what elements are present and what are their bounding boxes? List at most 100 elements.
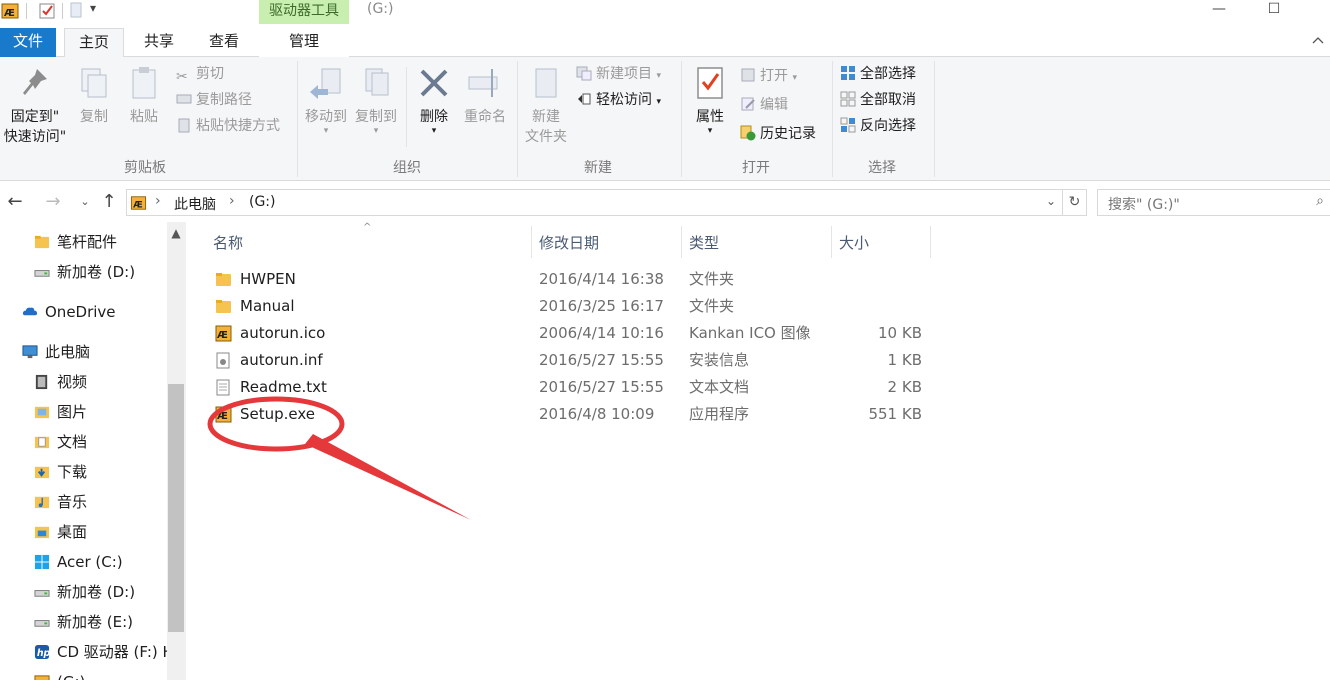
desktop-folder-icon — [34, 526, 50, 539]
copy-to-icon — [365, 68, 389, 96]
copy-button[interactable]: 复制 — [72, 65, 116, 127]
new-folder-icon[interactable] — [68, 2, 86, 20]
refresh-icon[interactable]: ↻ — [1063, 189, 1087, 216]
address-history-chevron-icon[interactable]: ⌄ — [1046, 194, 1056, 208]
invert-selection-button[interactable]: 反向选择 — [840, 116, 916, 138]
delete-dropdown-icon: ▾ — [431, 126, 437, 136]
tab-home[interactable]: 主页 — [64, 28, 124, 58]
file-row[interactable]: HWPEN 2016/4/14 16:38 文件夹 — [207, 266, 927, 293]
file-date: 2016/3/25 16:17 — [539, 297, 664, 315]
pin-label-1: 固定到" — [10, 109, 60, 125]
column-separator[interactable] — [930, 226, 931, 258]
file-row[interactable]: Manual 2016/3/25 16:17 文件夹 — [207, 293, 927, 320]
paste-shortcut-button[interactable]: 粘贴快捷方式 — [176, 116, 280, 138]
tab-share[interactable]: 共享 — [132, 28, 186, 57]
file-date: 2016/4/14 16:38 — [539, 270, 664, 288]
file-name: HWPEN — [240, 270, 296, 288]
address-bar[interactable]: Æ › 此电脑 › (G:) ⌄ — [126, 189, 1063, 216]
file-row[interactable]: autorun.inf 2016/5/27 15:55 安装信息 1 KB — [207, 347, 927, 374]
file-type: 文件夹 — [689, 270, 735, 288]
column-header-size[interactable]: 大小 — [833, 230, 929, 256]
pictures-folder-icon — [34, 406, 50, 419]
properties-button[interactable]: 属性 ▾ — [686, 65, 734, 136]
collapse-ribbon-icon[interactable] — [1310, 32, 1326, 48]
column-header-name[interactable]: 名称 — [207, 230, 531, 256]
file-size: 551 KB — [868, 405, 922, 423]
open-dropdown-icon: ▾ — [792, 73, 797, 83]
group-separator — [832, 61, 833, 177]
minimize-button[interactable]: — — [1196, 0, 1242, 24]
nav-item-label: (G:) — [57, 668, 85, 680]
select-none-label: 全部取消 — [860, 92, 916, 108]
history-button[interactable]: 历史记录 — [740, 124, 816, 146]
copy-path-button[interactable]: 复制路径 — [176, 90, 252, 112]
back-arrow-icon[interactable]: ← — [4, 190, 26, 214]
file-date: 2016/5/27 15:55 — [539, 378, 664, 396]
hp-cd-icon: hp — [34, 644, 50, 659]
select-none-icon — [840, 91, 856, 107]
file-date: 2016/5/27 15:55 — [539, 351, 664, 369]
tab-manage[interactable]: 管理 — [259, 28, 349, 57]
column-separator[interactable] — [681, 226, 682, 258]
move-to-button[interactable]: 移动到 ▾ — [302, 65, 350, 136]
nav-item-label: 新加卷 (D:) — [57, 583, 136, 601]
copy-to-label: 复制到 — [355, 109, 397, 125]
pin-to-quick-access-button[interactable]: 固定到" 快速访问" — [0, 65, 70, 147]
breadcrumb-drive[interactable]: (G:) — [249, 194, 276, 210]
copy-to-button[interactable]: 复制到 ▾ — [352, 65, 400, 136]
breadcrumb-separator-icon[interactable]: › — [155, 193, 161, 209]
drive-icon — [34, 620, 50, 627]
up-arrow-icon[interactable]: ↑ — [98, 190, 120, 214]
column-header-type[interactable]: 类型 — [683, 230, 831, 256]
select-none-button[interactable]: 全部取消 — [840, 90, 916, 112]
properties-label: 属性 — [696, 109, 724, 125]
easy-access-label: 轻松访问 — [596, 92, 652, 108]
breadcrumb-separator-icon[interactable]: › — [229, 193, 235, 209]
move-to-icon — [310, 68, 341, 99]
quick-access-dropdown-icon[interactable]: ▾ — [90, 1, 96, 15]
file-type: 文件夹 — [689, 297, 735, 315]
drive-app-icon[interactable]: Æ — [1, 2, 19, 20]
rename-button[interactable]: 重命名 — [460, 65, 510, 127]
tab-file[interactable]: 文件 — [0, 28, 56, 57]
nav-item-label: 图片 — [57, 403, 88, 421]
select-all-button[interactable]: 全部选择 — [840, 64, 916, 86]
new-item-button[interactable]: 新建项目 ▾ — [576, 64, 661, 86]
column-header-date[interactable]: 修改日期 — [533, 230, 681, 256]
new-folder-button[interactable]: 新建 文件夹 — [520, 65, 572, 147]
file-date: 2006/4/14 10:16 — [539, 324, 664, 342]
column-separator[interactable] — [831, 226, 832, 258]
paste-button[interactable]: 粘贴 — [122, 65, 166, 127]
maximize-button[interactable]: ☐ — [1251, 0, 1297, 24]
search-input[interactable]: 搜索" (G:)" ⌕ — [1097, 189, 1330, 216]
delete-button[interactable]: 删除 ▾ — [412, 65, 456, 136]
easy-access-button[interactable]: 轻松访问 ▾ — [576, 90, 661, 112]
scroll-up-icon[interactable]: ▲ — [167, 226, 185, 244]
properties-check-icon[interactable] — [38, 2, 56, 20]
properties-icon — [697, 67, 723, 99]
file-row[interactable]: Æautorun.ico 2006/4/14 10:16 Kankan ICO 图像… — [207, 320, 927, 347]
address-row: ← → ⌄ ↑ Æ › 此电脑 › (G:) ⌄ ↻ 搜索" (G:)" ⌕ — [0, 186, 1330, 220]
copy-path-label: 复制路径 — [196, 92, 252, 108]
scroll-thumb[interactable] — [168, 384, 184, 632]
edit-button[interactable]: 编辑 — [740, 95, 788, 117]
nav-item-label: Acer (C:) — [57, 553, 123, 571]
open-button[interactable]: 打开 ▾ — [740, 66, 797, 88]
rename-icon — [468, 69, 498, 97]
cut-button[interactable]: ✂ 剪切 — [176, 64, 224, 86]
paste-label: 粘贴 — [130, 109, 158, 125]
forward-arrow-icon[interactable]: → — [42, 190, 64, 214]
breadcrumb-pc[interactable]: 此电脑 — [174, 194, 216, 214]
recent-locations-chevron-icon[interactable]: ⌄ — [74, 190, 96, 214]
properties-dropdown-icon: ▾ — [707, 126, 713, 136]
annotation-circle-arrow — [207, 396, 471, 520]
edit-label: 编辑 — [760, 97, 788, 113]
separator — [26, 3, 27, 19]
nav-scrollbar[interactable]: ▲ — [167, 222, 185, 680]
tab-view[interactable]: 查看 — [196, 28, 252, 57]
title-bar: Æ ▾ 驱动器工具 (G:) — ☐ — [0, 0, 1330, 24]
file-name: Manual — [240, 297, 295, 315]
search-icon[interactable]: ⌕ — [1316, 193, 1324, 209]
easy-access-dropdown-icon: ▾ — [656, 97, 661, 107]
column-separator[interactable] — [531, 226, 532, 258]
